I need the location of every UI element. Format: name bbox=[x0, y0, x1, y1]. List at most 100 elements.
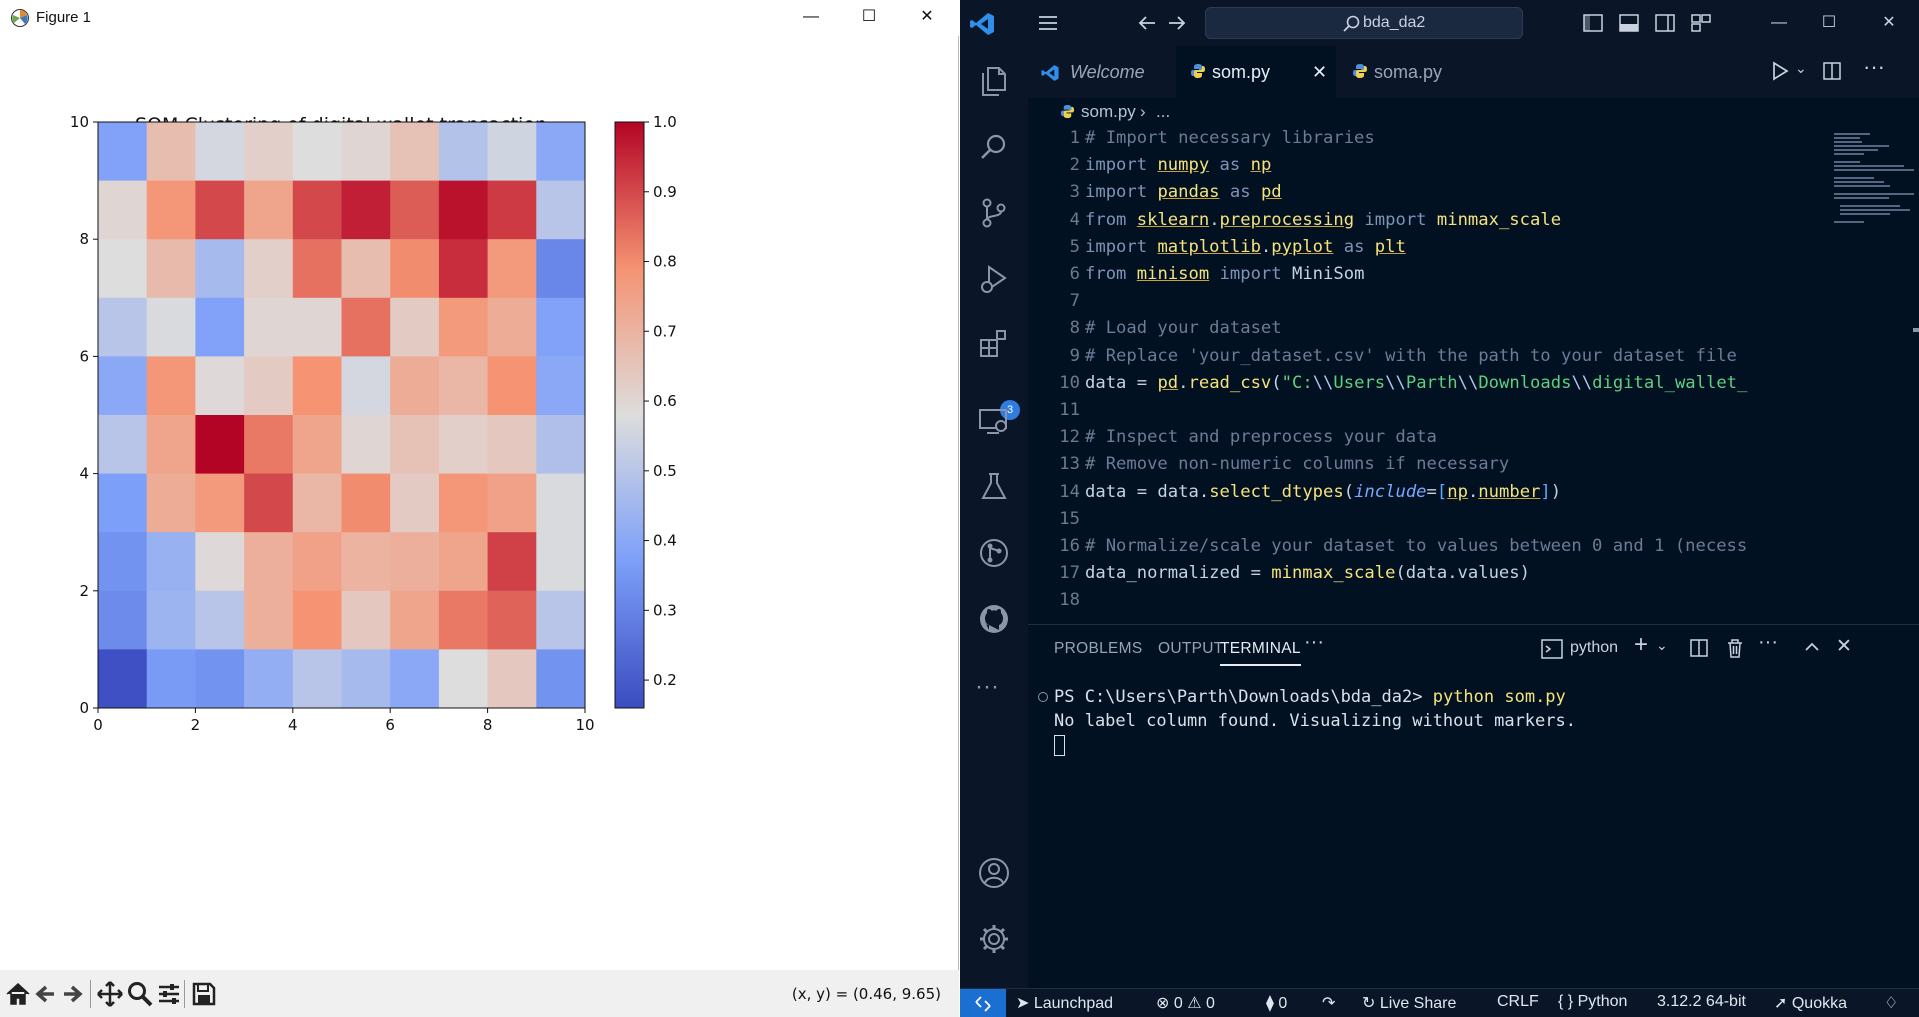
vscode-logo-icon bbox=[970, 13, 994, 35]
minimize-button[interactable]: — bbox=[788, 0, 834, 34]
code-editor[interactable]: 1 # Import necessary libraries 2 import num… bbox=[1028, 128, 1788, 618]
remote-explorer-icon[interactable] bbox=[977, 404, 1011, 438]
terminal-prompt: PS C:\Users\Parth\Downloads\bda_da2> bbox=[1054, 687, 1423, 707]
maximize-panel-icon[interactable] bbox=[1802, 637, 1822, 657]
panel-tab-output[interactable]: OUTPUT bbox=[1158, 640, 1224, 658]
home-icon[interactable] bbox=[4, 980, 32, 1008]
close-window-button[interactable]: ✕ bbox=[904, 0, 950, 34]
github-icon[interactable] bbox=[977, 602, 1011, 636]
vscode-maximize-button[interactable]: ☐ bbox=[1806, 6, 1852, 40]
toggle-secondary-sidebar-icon[interactable] bbox=[1653, 11, 1677, 35]
command-decoration-icon[interactable] bbox=[1038, 692, 1048, 702]
terminal-more-icon[interactable]: ··· bbox=[1758, 631, 1778, 654]
vscode-minimize-button[interactable]: — bbox=[1756, 6, 1802, 40]
source-control-icon[interactable] bbox=[977, 196, 1011, 230]
nav-back-icon[interactable] bbox=[1135, 11, 1159, 35]
tab-som-py[interactable]: som.py ✕ bbox=[1176, 46, 1336, 98]
code-line: import matplotlib.pyplot as plt bbox=[1085, 237, 1406, 257]
heatmap-cell bbox=[98, 297, 148, 357]
code-line: data = pd.read_csv("C:\\Users\\Parth\\Do… bbox=[1085, 373, 1747, 393]
som-heatmap-figure[interactable]: SOM Clustering of digital wallet transac… bbox=[0, 36, 959, 970]
testing-icon[interactable] bbox=[977, 470, 1011, 504]
heatmap-cell bbox=[146, 297, 196, 357]
heatmap-cell bbox=[195, 649, 245, 709]
more-views-icon[interactable]: ··· bbox=[975, 673, 999, 701]
heatmap-cell bbox=[487, 356, 537, 416]
terminal-dropdown-chevron-icon[interactable]: ⌄ bbox=[1656, 637, 1668, 654]
save-icon[interactable] bbox=[190, 980, 218, 1008]
toggle-primary-sidebar-icon[interactable] bbox=[1581, 11, 1605, 35]
maximize-button[interactable]: ☐ bbox=[846, 0, 892, 34]
run-dropdown-chevron-icon[interactable]: ⌄ bbox=[1795, 60, 1807, 77]
trash-icon[interactable] bbox=[1724, 637, 1746, 659]
status-launchpad[interactable]: ➤ Launchpad bbox=[1016, 993, 1113, 1013]
search-icon[interactable] bbox=[977, 130, 1011, 164]
command-center-search[interactable]: bda_da2 bbox=[1205, 7, 1523, 39]
line-number: 12 bbox=[1059, 427, 1080, 448]
tab-soma-py[interactable]: soma.py bbox=[1338, 46, 1488, 98]
line-number: 4 bbox=[1069, 209, 1080, 230]
toggle-panel-icon[interactable] bbox=[1617, 11, 1641, 35]
status-problems[interactable]: ⊗ 0 ⚠ 0 bbox=[1156, 993, 1215, 1013]
heatmap-cell bbox=[195, 297, 245, 357]
status-quokka[interactable]: ➚ Quokka bbox=[1774, 993, 1847, 1013]
heatmap-cell bbox=[244, 297, 294, 357]
customize-layout-icon[interactable] bbox=[1689, 11, 1713, 35]
git-graph-icon[interactable] bbox=[977, 536, 1011, 570]
vscode-close-button[interactable]: ✕ bbox=[1866, 6, 1912, 40]
status-live-share[interactable]: ↻ Live Share bbox=[1362, 993, 1456, 1013]
status-interpreter[interactable]: 3.12.2 64-bit bbox=[1657, 993, 1746, 1011]
settings-gear-icon[interactable] bbox=[977, 922, 1011, 956]
code-token: # Normalize/scale your dataset to values… bbox=[1085, 536, 1748, 556]
code-token: as bbox=[1219, 182, 1261, 203]
x-axis: 0 2 4 6 8 10 bbox=[93, 708, 595, 734]
panel-more-icon[interactable]: ··· bbox=[1304, 631, 1324, 654]
run-debug-icon[interactable] bbox=[977, 262, 1011, 296]
extensions-icon[interactable] bbox=[977, 328, 1011, 362]
figure-title-bar[interactable]: Figure 1 — ☐ ✕ bbox=[0, 0, 959, 36]
zoom-icon[interactable] bbox=[126, 980, 154, 1008]
breadcrumb-file[interactable]: som.py bbox=[1081, 102, 1136, 122]
accounts-icon[interactable] bbox=[977, 856, 1011, 890]
panel-tab-terminal[interactable]: TERMINAL bbox=[1220, 640, 1301, 666]
line-number: 10 bbox=[1059, 372, 1080, 393]
configure-subplots-icon[interactable] bbox=[155, 980, 183, 1008]
close-tab-icon[interactable]: ✕ bbox=[1312, 62, 1327, 83]
vscode-window: bda_da2 — ☐ ✕ 3 ··· Welcome som.py ✕ som… bbox=[960, 0, 1919, 1017]
split-editor-icon[interactable] bbox=[1821, 60, 1843, 82]
split-terminal-icon[interactable] bbox=[1688, 637, 1710, 659]
tab-welcome[interactable]: Welcome bbox=[1028, 46, 1174, 98]
pan-icon[interactable] bbox=[96, 980, 124, 1008]
status-eol[interactable]: CRLF bbox=[1497, 993, 1539, 1011]
heatmap-cell bbox=[438, 415, 489, 475]
status-ports[interactable]: ⧫ 0 bbox=[1266, 993, 1287, 1013]
notifications-bell-icon[interactable]: ♢ bbox=[1884, 993, 1898, 1013]
minimap[interactable] bbox=[1830, 128, 1919, 618]
menu-icon[interactable] bbox=[1036, 11, 1060, 35]
status-language[interactable]: { } Python bbox=[1558, 993, 1627, 1011]
back-arrow-icon[interactable] bbox=[32, 980, 60, 1008]
breadcrumb-symbol[interactable]: ... bbox=[1156, 102, 1170, 122]
forward-arrow-icon[interactable] bbox=[58, 980, 86, 1008]
heatmap-cell bbox=[341, 297, 391, 357]
status-run-icon[interactable]: ↷ bbox=[1322, 993, 1335, 1013]
line-number: 7 bbox=[1069, 291, 1080, 312]
heatmap-cells bbox=[98, 122, 586, 709]
close-panel-icon[interactable]: ✕ bbox=[1836, 635, 1852, 658]
panel-tab-problems[interactable]: PROBLEMS bbox=[1054, 640, 1143, 658]
vscode-title-bar: bda_da2 — ☐ ✕ bbox=[960, 0, 1919, 46]
terminal-shell-label[interactable]: python bbox=[1570, 639, 1618, 657]
new-terminal-icon[interactable]: + bbox=[1634, 631, 1648, 659]
tick-label: 0.3 bbox=[653, 601, 677, 619]
tick-label: 0 bbox=[93, 716, 103, 734]
nav-forward-icon[interactable] bbox=[1165, 11, 1189, 35]
remote-indicator[interactable] bbox=[960, 989, 1006, 1017]
heatmap-cell bbox=[244, 473, 294, 533]
heatmap-cell bbox=[536, 180, 586, 240]
explorer-icon[interactable] bbox=[977, 64, 1011, 98]
heatmap-cell bbox=[536, 356, 586, 416]
tick-label: 0.2 bbox=[653, 671, 677, 689]
heatmap-cell bbox=[536, 415, 586, 475]
more-actions-icon[interactable]: ··· bbox=[1863, 54, 1885, 80]
run-python-file-icon[interactable] bbox=[1769, 60, 1791, 82]
